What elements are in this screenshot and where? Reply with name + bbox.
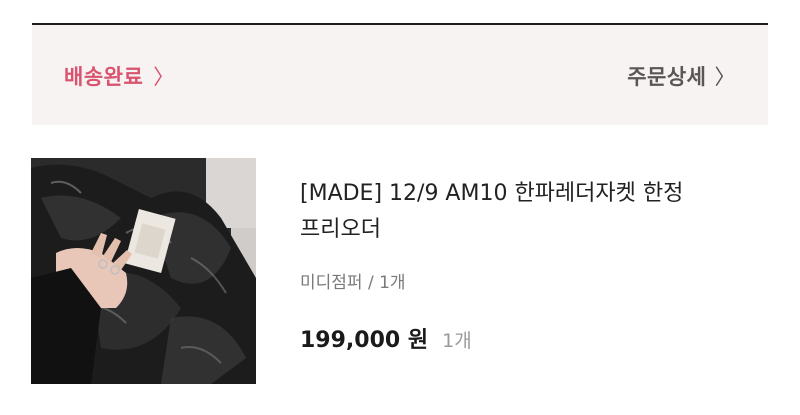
product-title[interactable]: [MADE] 12/9 AM10 한파레더자켓 한정 프리오더 (300, 176, 760, 248)
product-price: 199,000 원 (300, 328, 429, 353)
order-detail-link[interactable]: 주문상세 〉 (627, 61, 736, 91)
chevron-right-icon: 〉 (153, 65, 175, 89)
product-option: 미디점퍼 / 1개 (300, 273, 406, 293)
order-detail-text: 주문상세 (627, 65, 707, 89)
delivery-status-link[interactable]: 배송완료 〉 (64, 61, 175, 91)
order-status-bar: 배송완료 〉 주문상세 〉 (32, 25, 768, 125)
leather-jacket-image (31, 158, 256, 384)
product-thumbnail[interactable] (31, 158, 256, 384)
chevron-right-icon: 〉 (714, 65, 736, 89)
product-quantity: 1개 (442, 330, 472, 352)
delivery-status-text: 배송완료 (64, 65, 144, 89)
price-row: 199,000 원 1개 (300, 322, 472, 354)
